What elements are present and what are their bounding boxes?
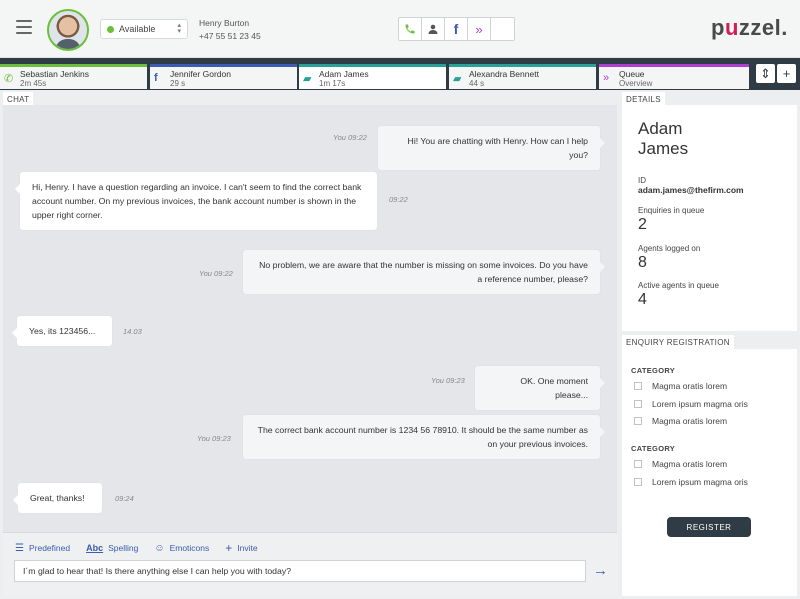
customer-message: Yes, its 123456... (12, 316, 112, 346)
tab-time: 29 s (170, 79, 186, 88)
category-label: CATEGORY (631, 366, 676, 375)
category-option[interactable]: Magma oratis lorem (634, 459, 727, 469)
invite-button[interactable]: + Invite (225, 541, 257, 555)
category-option[interactable]: Magma oratis lorem (634, 416, 727, 426)
send-icon[interactable]: → (593, 562, 608, 579)
active-agents-value: 4 (638, 291, 647, 308)
compose-area: ☰ Predefined Abc Spelling ☺ Emoticons + Invi… (3, 532, 617, 596)
avatar[interactable] (47, 9, 89, 51)
checkbox[interactable] (634, 417, 642, 425)
message-timestamp: You 09:22 (199, 269, 233, 278)
status-value: Available (119, 24, 156, 34)
status-dot-icon (107, 25, 114, 33)
message-timestamp: 14.03 (123, 327, 142, 336)
chat-icon: ▰ (453, 73, 462, 85)
category-option[interactable]: Lorem ipsum magma oris (634, 399, 748, 409)
menu-icon[interactable] (16, 20, 32, 34)
enquiries-label: Enquiries in queue (638, 206, 705, 215)
facebook-icon: f (154, 72, 158, 84)
agents-value: 8 (638, 254, 647, 271)
category-option[interactable]: Magma oratis lorem (634, 381, 727, 391)
enquiry-registration-card: CATEGORY Magma oratis lorem Lorem ipsum … (622, 349, 797, 596)
list-icon: ☰ (15, 542, 24, 554)
plus-icon: + (225, 541, 233, 555)
queue-icon[interactable]: » (468, 18, 491, 40)
message-timestamp: You 09:23 (197, 434, 231, 443)
message-timestamp: 09:22 (389, 195, 408, 204)
top-header: Available ▴ ▾ Henry Burton +47 55 51 23 4… (0, 0, 800, 58)
tab-jennifer-gordon[interactable]: f Jennifer Gordon 29 s (150, 64, 297, 89)
phone-icon: ✆ (4, 73, 14, 85)
facebook-icon[interactable]: f (445, 18, 468, 40)
tab-sebastian-jenkins[interactable]: ✆ Sebastian Jenkins 2m 45s (0, 64, 147, 89)
message-input[interactable]: I´m glad to hear that! Is there anything… (14, 560, 586, 582)
puzzel-logo: puzzel. (711, 15, 788, 40)
spelling-icon: Abc (86, 543, 104, 553)
customer-message: Hi, Henry. I have a question regarding a… (15, 172, 377, 230)
checkbox[interactable] (634, 460, 642, 468)
registration-section-label: ENQUIRY REGISTRATION (622, 335, 734, 350)
details-card: Adam James ID adam.james@thefirm.com Enq… (622, 105, 797, 331)
smiley-icon: ☺ (154, 542, 165, 554)
tab-time: 44 s (469, 79, 485, 88)
message-timestamp: You 09:22 (333, 133, 367, 142)
checkbox[interactable] (634, 400, 642, 408)
tab-name: Alexandra Bennett (469, 69, 539, 79)
agent-message: The correct bank account number is 1234 … (243, 415, 605, 459)
agent-message: OK. One moment please... (475, 366, 605, 410)
compose-tools: ☰ Predefined Abc Spelling ☺ Emoticons + Invi… (15, 541, 258, 555)
tab-name: Jennifer Gordon (170, 69, 231, 79)
tab-adam-james[interactable]: ▰ Adam James 1m 17s (299, 64, 446, 89)
add-tab-button[interactable]: + (777, 64, 796, 83)
chat-icon: ▰ (303, 73, 312, 85)
emoticons-button[interactable]: ☺ Emoticons (154, 541, 209, 555)
tab-name: Queue (619, 69, 645, 79)
user-name: Henry Burton (199, 18, 250, 28)
tab-time: 2m 45s (20, 79, 47, 88)
enquiries-value: 2 (638, 216, 647, 233)
tab-queue[interactable]: » Queue Overview (599, 64, 749, 89)
status-select[interactable]: Available ▴ ▾ (100, 19, 188, 39)
tab-time: Overview (619, 79, 653, 88)
spelling-button[interactable]: Abc Spelling (86, 541, 138, 555)
checkbox[interactable] (634, 478, 642, 486)
phone-icon[interactable] (399, 18, 422, 40)
user-info: Henry Burton +47 55 51 23 45 (199, 17, 261, 43)
contact-email: adam.james@thefirm.com (638, 185, 744, 195)
checkbox[interactable] (634, 382, 642, 390)
active-agents-label: Active agents in queue (638, 281, 719, 290)
agents-label: Agents logged on (638, 244, 701, 253)
agent-message: No problem, we are aware that the number… (243, 250, 605, 294)
agent-message: Hi! You are chatting with Henry. How can… (378, 126, 605, 170)
select-arrows-icon: ▴ ▾ (177, 22, 181, 35)
category-option[interactable]: Lorem ipsum magma oris (634, 477, 748, 487)
contact-name: Adam James (638, 119, 689, 158)
tab-name: Adam James (319, 69, 369, 79)
message-timestamp: 09:24 (115, 494, 134, 503)
queue-icon: » (603, 72, 610, 84)
tab-time: 1m 17s (319, 79, 346, 88)
register-button[interactable]: REGISTER (667, 517, 751, 537)
customer-message: Great, thanks! (13, 483, 102, 513)
id-label: ID (638, 176, 646, 185)
contact-icon[interactable] (422, 18, 445, 40)
empty-slot (491, 18, 514, 40)
channel-toolbar: f » (398, 17, 515, 41)
split-view-icon[interactable]: ⇕ (756, 64, 775, 83)
tab-alexandra-bennett[interactable]: ▰ Alexandra Bennett 44 s (449, 64, 596, 89)
tab-name: Sebastian Jenkins (20, 69, 89, 79)
message-timestamp: You 09:23 (431, 376, 465, 385)
user-phone: +47 55 51 23 45 (199, 31, 261, 41)
category-label: CATEGORY (631, 444, 676, 453)
predefined-button[interactable]: ☰ Predefined (15, 541, 70, 555)
